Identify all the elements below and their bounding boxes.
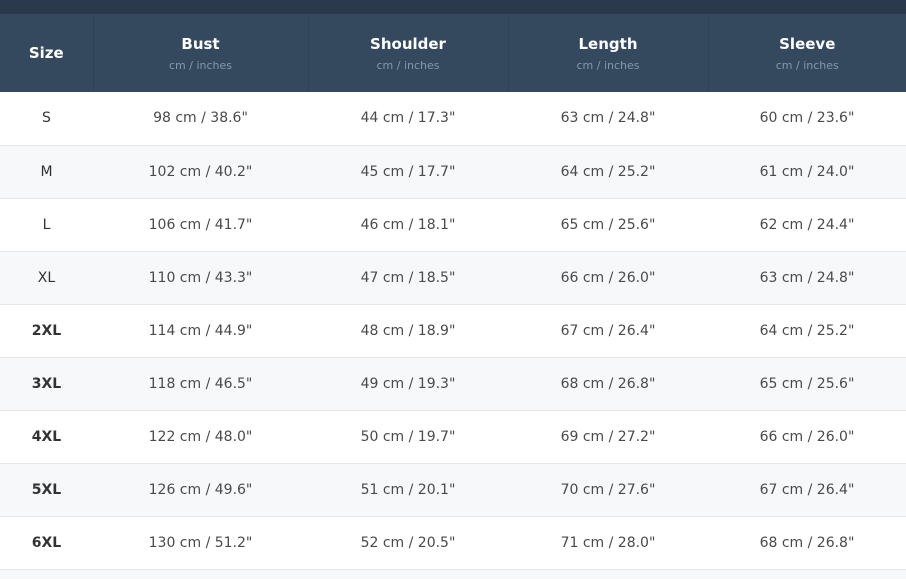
size-chart-table: Size Bust cm / inches Shoulder cm / inch…: [0, 14, 906, 570]
length-cell: 66 cm / 26.0": [560, 269, 656, 286]
size-cell: 3XL: [31, 375, 62, 392]
sleeve-cell: 62 cm / 24.4": [759, 216, 855, 233]
table-row: 3XL 118 cm / 46.5" 49 cm / 19.3" 68 cm /…: [0, 357, 906, 410]
table-row: 5XL 126 cm / 49.6" 51 cm / 20.1" 70 cm /…: [0, 463, 906, 516]
bust-cell: 130 cm / 51.2": [148, 534, 253, 551]
header-row: Size Bust cm / inches Shoulder cm / inch…: [0, 14, 906, 92]
table-header: Size Bust cm / inches Shoulder cm / inch…: [0, 14, 906, 92]
header-size: Size: [0, 14, 94, 92]
sleeve-cell: 68 cm / 26.8": [759, 534, 855, 551]
bust-cell: 110 cm / 43.3": [148, 269, 253, 286]
header-size-title: Size: [28, 44, 64, 62]
shoulder-cell: 50 cm / 19.7": [360, 428, 456, 445]
header-sleeve-title: Sleeve: [779, 35, 836, 53]
header-bust: Bust cm / inches: [93, 14, 309, 92]
table-row: L 106 cm / 41.7" 46 cm / 18.1" 65 cm / 2…: [0, 198, 906, 251]
shoulder-cell: 48 cm / 18.9": [360, 322, 456, 339]
header-shoulder-title: Shoulder: [370, 35, 446, 53]
sleeve-cell: 60 cm / 23.6": [759, 110, 855, 127]
shoulder-cell: 47 cm / 18.5": [360, 269, 456, 286]
table-row: S 98 cm / 38.6" 44 cm / 17.3" 63 cm / 24…: [0, 92, 906, 145]
length-cell: 63 cm / 24.8": [560, 110, 656, 127]
shoulder-cell: 51 cm / 20.1": [360, 481, 456, 498]
bust-cell: 122 cm / 48.0": [148, 428, 253, 445]
size-cell: L: [42, 216, 51, 233]
table-row: 4XL 122 cm / 48.0" 50 cm / 19.7" 69 cm /…: [0, 410, 906, 463]
sleeve-cell: 67 cm / 26.4": [759, 481, 855, 498]
bust-cell: 106 cm / 41.7": [148, 216, 253, 233]
sleeve-cell: 66 cm / 26.0": [759, 428, 855, 445]
size-cell: 2XL: [31, 322, 62, 339]
bust-cell: 114 cm / 44.9": [148, 322, 253, 339]
table-body: S 98 cm / 38.6" 44 cm / 17.3" 63 cm / 24…: [0, 92, 906, 569]
length-cell: 68 cm / 26.8": [560, 375, 656, 392]
length-cell: 69 cm / 27.2": [560, 428, 656, 445]
shoulder-cell: 46 cm / 18.1": [360, 216, 456, 233]
bust-cell: 126 cm / 49.6": [148, 481, 253, 498]
bust-cell: 118 cm / 46.5": [148, 375, 253, 392]
size-cell: M: [40, 163, 53, 180]
header-sleeve-unit: cm / inches: [775, 59, 839, 72]
sleeve-cell: 65 cm / 25.6": [759, 375, 855, 392]
size-cell: 6XL: [31, 534, 62, 551]
table-row: M 102 cm / 40.2" 45 cm / 17.7" 64 cm / 2…: [0, 145, 906, 198]
size-cell: 5XL: [31, 481, 62, 498]
table-row: 6XL 130 cm / 51.2" 52 cm / 20.5" 71 cm /…: [0, 516, 906, 569]
size-cell: XL: [37, 269, 56, 286]
sleeve-cell: 64 cm / 25.2": [759, 322, 855, 339]
header-shoulder-unit: cm / inches: [376, 59, 440, 72]
length-cell: 64 cm / 25.2": [560, 163, 656, 180]
shoulder-cell: 45 cm / 17.7": [360, 163, 456, 180]
sleeve-cell: 61 cm / 24.0": [759, 163, 855, 180]
shoulder-cell: 52 cm / 20.5": [360, 534, 456, 551]
header-sleeve: Sleeve cm / inches: [708, 14, 906, 92]
table-bottom-edge: [0, 569, 906, 579]
shoulder-cell: 49 cm / 19.3": [360, 375, 456, 392]
size-cell: S: [42, 110, 51, 127]
header-length-title: Length: [578, 35, 638, 53]
header-bust-unit: cm / inches: [168, 59, 232, 72]
shoulder-cell: 44 cm / 17.3": [360, 110, 456, 127]
bust-cell: 98 cm / 38.6": [153, 110, 248, 127]
header-length: Length cm / inches: [508, 14, 709, 92]
bust-cell: 102 cm / 40.2": [148, 163, 253, 180]
size-cell: 4XL: [31, 428, 62, 445]
length-cell: 65 cm / 25.6": [560, 216, 656, 233]
length-cell: 71 cm / 28.0": [560, 534, 656, 551]
top-strip: [0, 0, 906, 14]
table-row: 2XL 114 cm / 44.9" 48 cm / 18.9" 67 cm /…: [0, 304, 906, 357]
table-row: XL 110 cm / 43.3" 47 cm / 18.5" 66 cm / …: [0, 251, 906, 304]
length-cell: 70 cm / 27.6": [560, 481, 656, 498]
sleeve-cell: 63 cm / 24.8": [759, 269, 855, 286]
length-cell: 67 cm / 26.4": [560, 322, 656, 339]
header-bust-title: Bust: [181, 35, 220, 53]
size-chart-page: Size Bust cm / inches Shoulder cm / inch…: [0, 0, 906, 579]
header-shoulder: Shoulder cm / inches: [308, 14, 509, 92]
header-length-unit: cm / inches: [576, 59, 640, 72]
